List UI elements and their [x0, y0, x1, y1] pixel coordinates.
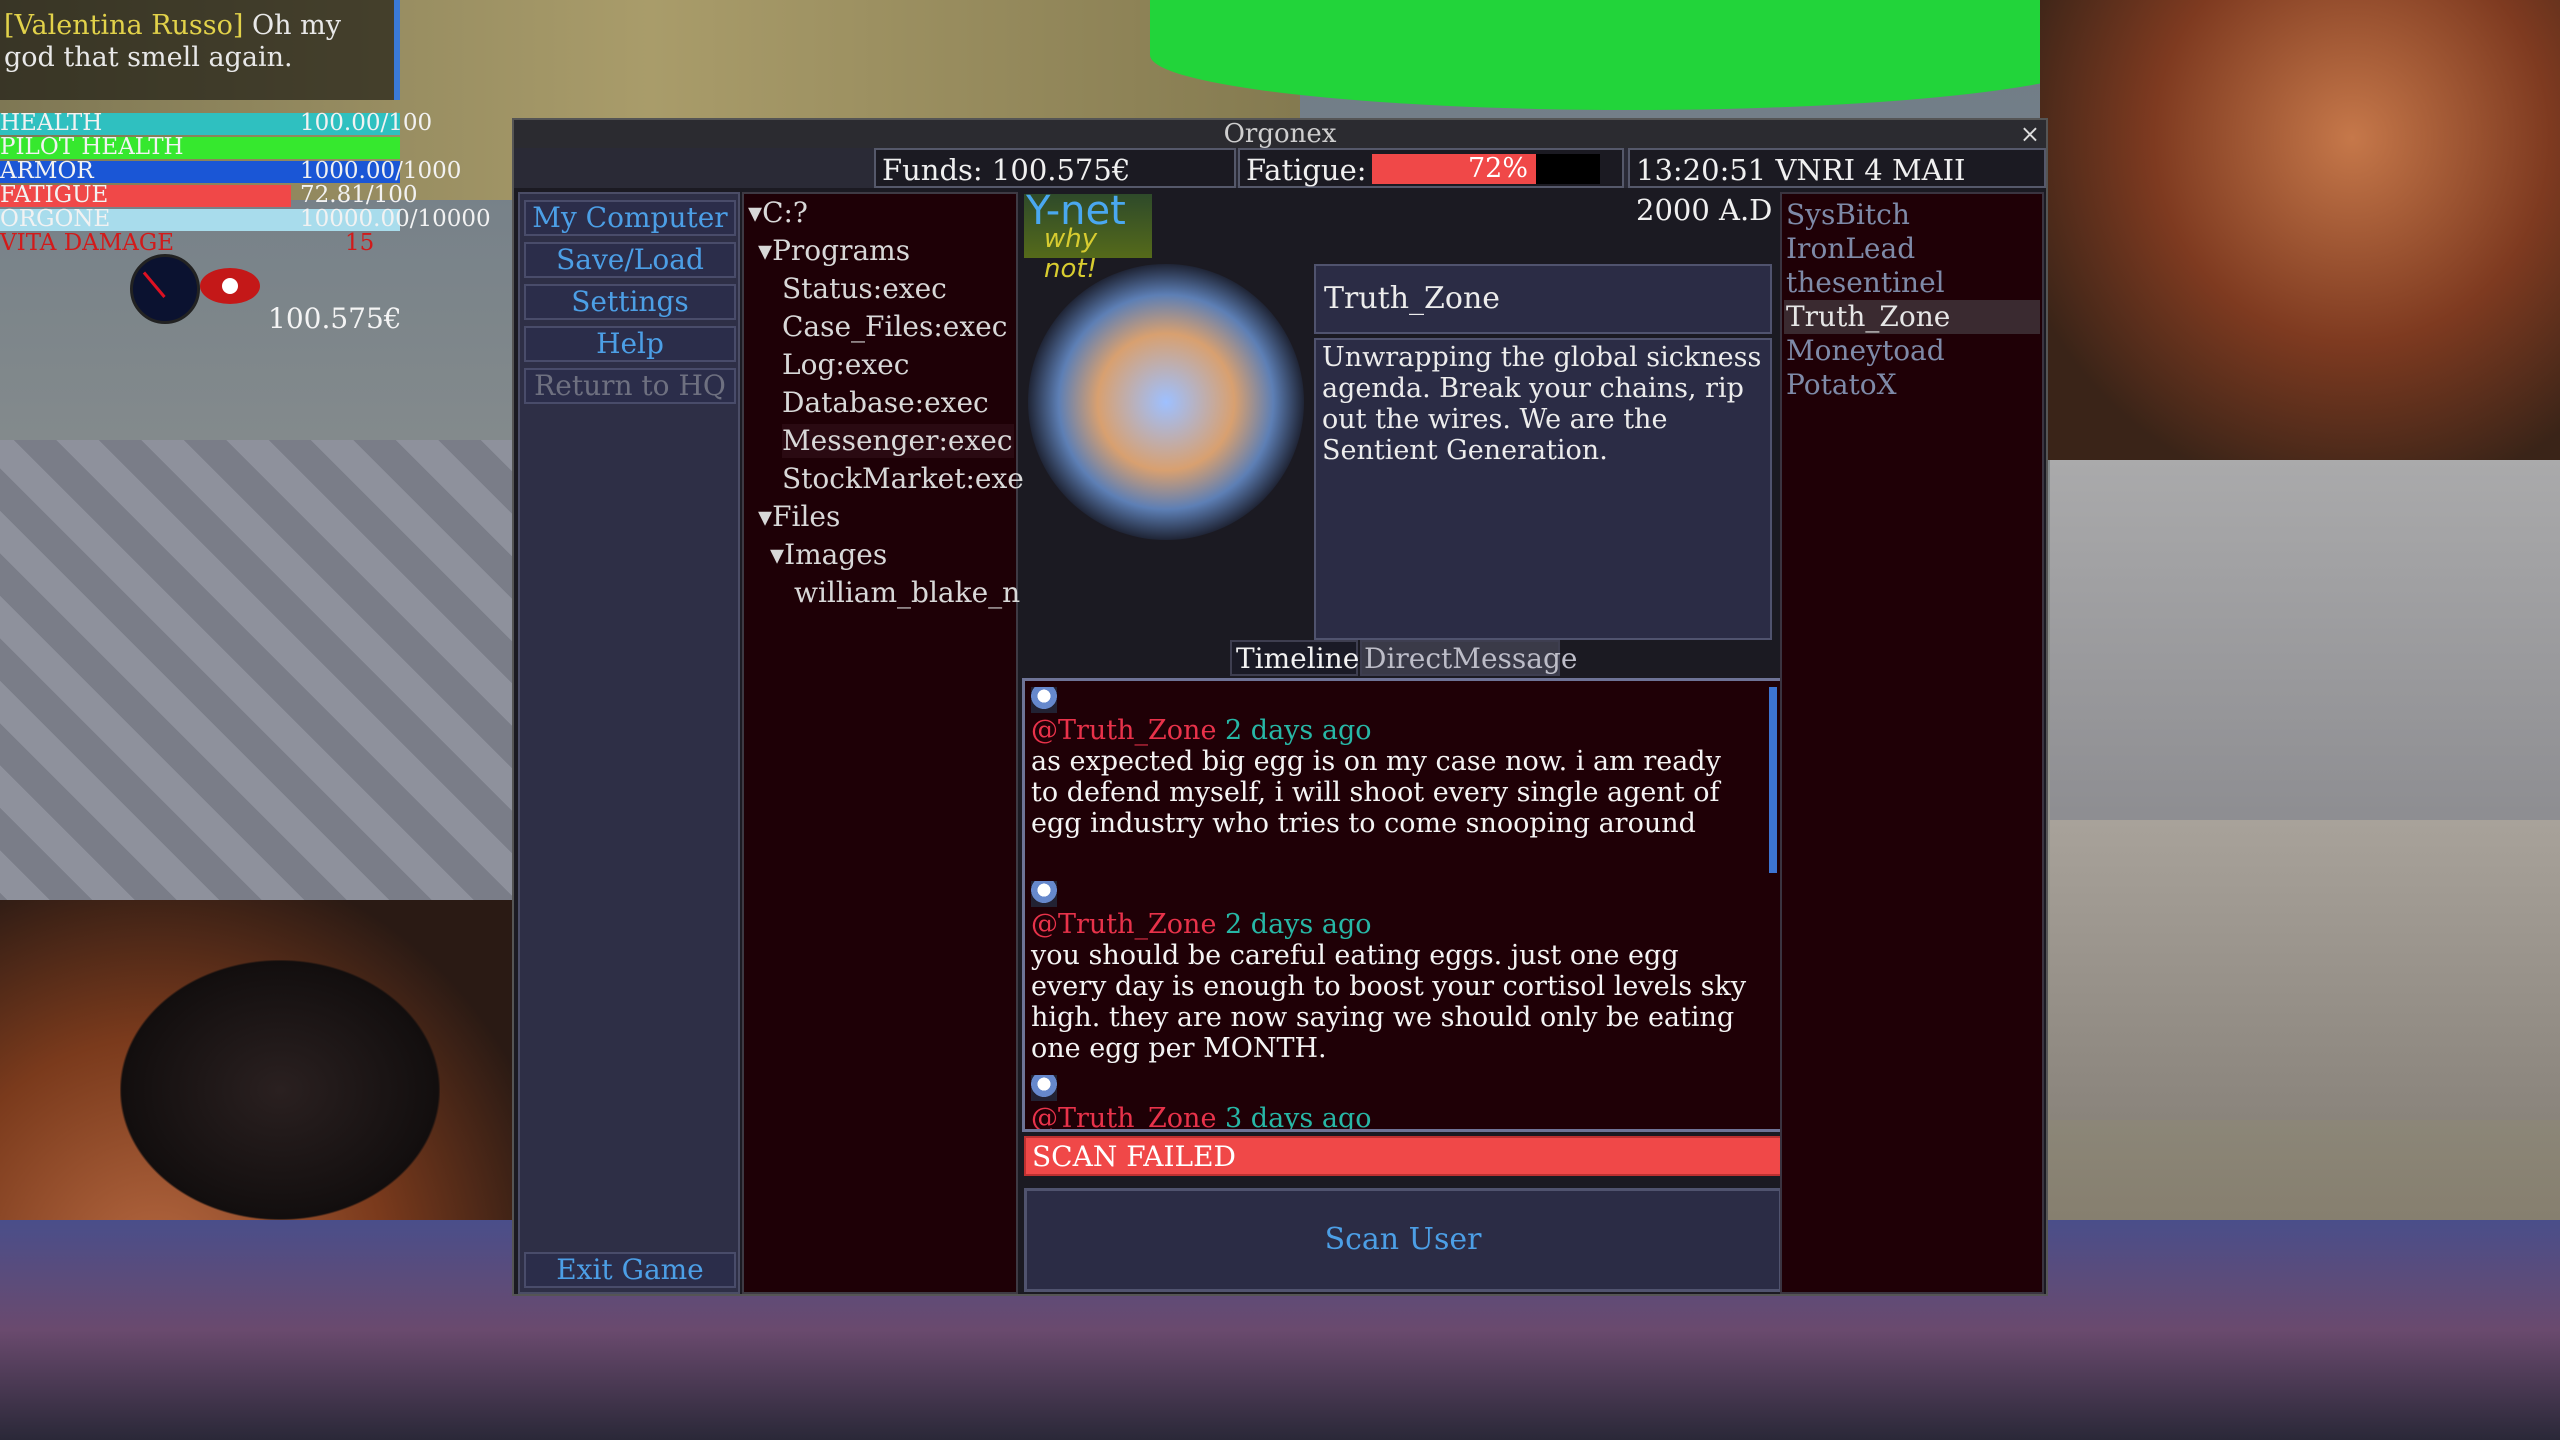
tree-folder-programs[interactable]: ▾Programs: [758, 234, 910, 268]
tree-folder-files[interactable]: ▾Files: [758, 500, 840, 534]
post-time: 2 days ago: [1225, 909, 1372, 940]
fatigue-value: 72%: [1468, 153, 1529, 184]
tree-item-case-files[interactable]: Case_Files:exec: [782, 310, 1007, 344]
user-list-item[interactable]: PotatoX: [1784, 368, 2040, 402]
tab-timeline[interactable]: Timeline: [1230, 640, 1359, 676]
fatigue-display: Fatigue: 72%: [1238, 148, 1624, 188]
tree-folder-label: Files: [772, 500, 841, 533]
tree-item-messenger[interactable]: Messenger:exec: [782, 424, 1014, 458]
exit-game-button[interactable]: Exit Game: [524, 1252, 736, 1288]
info-bar: Funds: 100.575€ Fatigue: 72% 13:20:51 VN…: [514, 148, 2046, 227]
ynet-panel: Y-net why not! Truth_Zone Unwrapping the…: [1022, 188, 1786, 1294]
user-icon: [1031, 881, 1057, 907]
tree-item-status[interactable]: Status:exec: [782, 272, 947, 306]
user-list-item[interactable]: Truth_Zone: [1784, 300, 2040, 334]
ynet-logo: Y-net why not!: [1024, 188, 1152, 284]
chat-scrollbar[interactable]: [394, 0, 400, 100]
stat-bar-health: HEALTH 100.00/100: [0, 110, 432, 136]
tree-folder-label: Images: [784, 538, 888, 571]
user-list-item[interactable]: Moneytoad: [1784, 334, 2040, 368]
tab-directmessage[interactable]: DirectMessage: [1360, 640, 1577, 676]
stat-label: ORGONE: [0, 206, 111, 232]
truck: [120, 960, 440, 1220]
orgonex-window: Orgonex × Funds: 100.575€ Fatigue: 72% 1…: [512, 118, 2048, 1296]
my-computer-button[interactable]: My Computer: [524, 200, 736, 236]
return-to-hq-button[interactable]: Return to HQ: [524, 368, 736, 404]
post-text: you should be careful eating eggs. just …: [1031, 940, 1747, 1064]
user-icon: [1031, 687, 1057, 713]
stat-value: 72.81/100: [300, 182, 418, 208]
stat-bar-armor: ARMOR 1000.00/1000: [0, 158, 461, 184]
tree-item-log[interactable]: Log:exec: [782, 348, 909, 382]
save-load-button[interactable]: Save/Load: [524, 242, 736, 278]
stat-label: VITA DAMAGE: [0, 230, 175, 256]
funds-display: Funds: 100.575€: [874, 148, 1236, 188]
stat-bar-pilot-health: PILOT HEALTH: [0, 134, 400, 160]
main-menu: My Computer Save/Load Settings Help Retu…: [518, 192, 740, 1294]
feed-scrollbar[interactable]: [1769, 687, 1777, 873]
stat-label: HEALTH: [0, 110, 103, 136]
stat-value: 10000.00/10000: [300, 206, 491, 232]
settings-button[interactable]: Settings: [524, 284, 736, 320]
user-list-item[interactable]: IronLead: [1784, 232, 2040, 266]
post-time: 3 days ago: [1225, 1103, 1372, 1132]
user-list-item[interactable]: thesentinel: [1784, 266, 2040, 300]
tree-item-image-file[interactable]: william_blake_n: [794, 576, 1020, 610]
user-icon: [1031, 1075, 1057, 1101]
close-icon[interactable]: ×: [2020, 120, 2040, 148]
tree-item-stockmarket[interactable]: StockMarket:exe: [782, 462, 1024, 496]
stat-bar-fatigue: FATIGUE 72.81/100: [0, 182, 418, 208]
green-mesh: [1150, 0, 2110, 110]
fatigue-bar: 72%: [1372, 153, 1600, 184]
post-time: 2 days ago: [1225, 715, 1372, 746]
post-handle[interactable]: @Truth_Zone: [1031, 1103, 1216, 1129]
wooden-frame-right: [2040, 0, 2560, 460]
hud-funds: 100.575€: [268, 302, 402, 335]
timeline-feed[interactable]: @Truth_Zone 2 days ago as expected big e…: [1022, 678, 1786, 1132]
stat-label: PILOT HEALTH: [0, 134, 184, 160]
chat-sender: [Valentina Russo]: [4, 10, 244, 41]
stat-label: FATIGUE: [0, 182, 109, 208]
post-handle[interactable]: @Truth_Zone: [1031, 909, 1216, 940]
eye-icon: [200, 268, 260, 304]
stat-bar-vita-damage: VITA DAMAGE 15: [0, 230, 400, 256]
stat-label: ARMOR: [0, 158, 94, 184]
tree-root[interactable]: ▾C:?: [748, 196, 808, 230]
tree-folder-images[interactable]: ▾Images: [770, 538, 887, 572]
stat-bar-orgone: ORGONE 10000.00/10000: [0, 206, 491, 232]
feed-post: @Truth_Zone 3 days ago: [1031, 1075, 1751, 1132]
file-tree: ▾C:? ▾Programs Status:exec Case_Files:ex…: [742, 192, 1024, 1294]
user-list-item[interactable]: SysBitch: [1784, 198, 2040, 232]
scan-status-bar: SCAN FAILED: [1024, 1136, 1782, 1176]
post-text: as expected big egg is on my case now. i…: [1031, 746, 1721, 839]
datetime-display: 13:20:51 VNRI 4 MAII 2000 A.D: [1628, 148, 2046, 227]
stat-value: 1000.00/1000: [300, 158, 462, 184]
user-list: SysBitch IronLead thesentinel Truth_Zone Mon…: [1780, 192, 2044, 1294]
profile-avatar: [1028, 264, 1304, 540]
window-titlebar[interactable]: Orgonex ×: [514, 120, 2046, 148]
feed-post: @Truth_Zone 2 days ago you should be car…: [1031, 881, 1751, 1064]
window-title: Orgonex: [1223, 119, 1337, 149]
feed-post: @Truth_Zone 2 days ago as expected big e…: [1031, 687, 1751, 839]
help-button[interactable]: Help: [524, 326, 736, 362]
fatigue-label: Fatigue:: [1246, 153, 1367, 187]
profile-bio: Unwrapping the global sickness agenda. B…: [1314, 338, 1772, 640]
tree-item-database[interactable]: Database:exec: [782, 386, 989, 420]
post-handle[interactable]: @Truth_Zone: [1031, 715, 1216, 746]
profile-username: Truth_Zone: [1314, 264, 1772, 334]
tree-root-label: C:?: [762, 196, 808, 229]
stat-value: 100.00/100: [300, 110, 433, 136]
chat-box: [Valentina Russo] Oh my god that smell a…: [0, 0, 400, 100]
stat-value: 15: [345, 230, 375, 256]
tree-folder-label: Programs: [772, 234, 911, 267]
compass-icon: [130, 254, 200, 324]
pavement: [2050, 820, 2560, 1120]
scan-user-button[interactable]: Scan User: [1024, 1188, 1782, 1292]
